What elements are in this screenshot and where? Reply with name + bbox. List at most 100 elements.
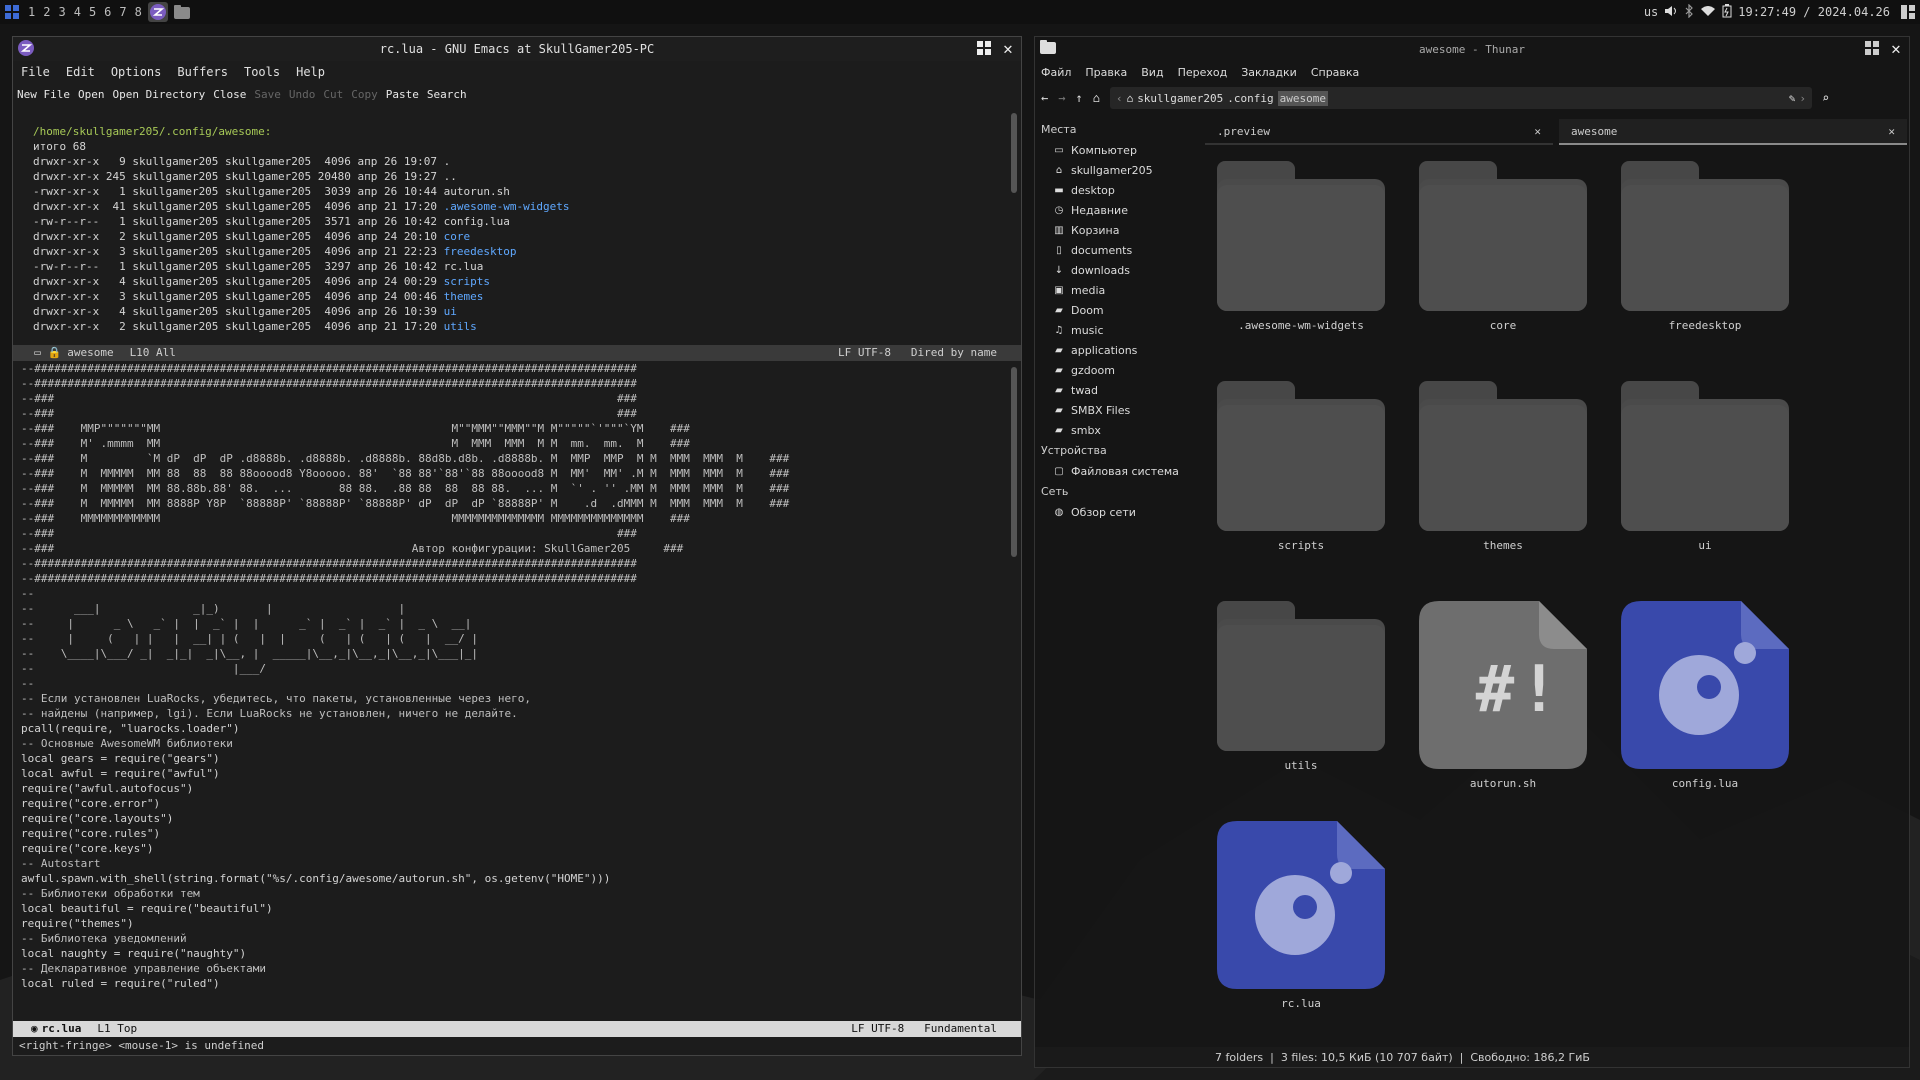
back-icon[interactable]: ← bbox=[1041, 91, 1048, 105]
launcher-icon[interactable] bbox=[2, 2, 22, 22]
close-icon[interactable]: ✕ bbox=[999, 39, 1017, 58]
sidebar-item-корзина[interactable]: ▥ Корзина bbox=[1035, 220, 1205, 240]
tab-close-icon[interactable]: ✕ bbox=[1534, 125, 1541, 138]
edit-path-icon[interactable]: ✎ bbox=[1789, 92, 1796, 105]
sidebar-item-music[interactable]: ♫ music bbox=[1035, 320, 1205, 340]
tag-4[interactable]: 4 bbox=[70, 5, 85, 19]
dired-row[interactable]: drwxr-xr-x 245 skullgamer205 skullgamer2… bbox=[33, 169, 1021, 184]
code-buffer[interactable]: --######################################… bbox=[13, 361, 1021, 1055]
dired-row-name[interactable]: ui bbox=[444, 305, 457, 318]
tab-awesome[interactable]: awesome ✕ bbox=[1559, 119, 1907, 145]
toolbar-open-directory[interactable]: Open Directory bbox=[112, 88, 205, 101]
sidebar-item-skullgamer205[interactable]: ⌂ skullgamer205 bbox=[1035, 160, 1205, 180]
tag-6[interactable]: 6 bbox=[100, 5, 115, 19]
sidebar-item-applications[interactable]: ▰ applications bbox=[1035, 340, 1205, 360]
crumb-right-icon[interactable]: › bbox=[1799, 92, 1806, 105]
bluetooth-icon[interactable] bbox=[1684, 3, 1694, 21]
tag-3[interactable]: 3 bbox=[54, 5, 69, 19]
sidebar-item-компьютер[interactable]: ▭ Компьютер bbox=[1035, 140, 1205, 160]
dired-row[interactable]: drwxr-xr-x 41 skullgamer205 skullgamer20… bbox=[33, 199, 1021, 214]
dired-row-name[interactable]: scripts bbox=[444, 275, 490, 288]
file-item-scripts[interactable]: scripts bbox=[1211, 381, 1391, 581]
dired-row[interactable]: drwxr-xr-x 9 skullgamer205 skullgamer205… bbox=[33, 154, 1021, 169]
tag-7[interactable]: 7 bbox=[115, 5, 130, 19]
menu-file[interactable]: File bbox=[21, 65, 50, 79]
sidebar-item-обзор-сети[interactable]: ◍ Обзор сети bbox=[1035, 502, 1205, 522]
dired-row-name[interactable]: . bbox=[444, 155, 451, 168]
thunar-menu-item[interactable]: Файл bbox=[1041, 66, 1071, 79]
menu-options[interactable]: Options bbox=[111, 65, 162, 79]
home-icon[interactable]: ⌂ bbox=[1093, 91, 1100, 105]
forward-icon[interactable]: → bbox=[1058, 91, 1065, 105]
battery-icon[interactable] bbox=[1722, 3, 1732, 21]
toolbar-search[interactable]: Search bbox=[427, 88, 467, 101]
sidebar-item-downloads[interactable]: ↓ downloads bbox=[1035, 260, 1205, 280]
emacs-task-icon[interactable] bbox=[147, 2, 168, 22]
file-item-ui[interactable]: ui bbox=[1615, 381, 1795, 581]
crumb-awesome[interactable]: awesome bbox=[1277, 90, 1328, 106]
close-icon[interactable]: ✕ bbox=[1887, 39, 1905, 58]
menu-help[interactable]: Help bbox=[296, 65, 325, 79]
thunar-task-icon[interactable] bbox=[172, 2, 192, 22]
toolbar-new-file[interactable]: New File bbox=[17, 88, 70, 101]
sidebar-item-twad[interactable]: ▰ twad bbox=[1035, 380, 1205, 400]
search-icon[interactable]: ⌕ bbox=[1822, 91, 1829, 105]
file-item-config-lua[interactable]: config.lua bbox=[1615, 601, 1795, 801]
wifi-icon[interactable] bbox=[1700, 5, 1716, 20]
emacs-titlebar[interactable]: rc.lua - GNU Emacs at SkullGamer205-PC ✕ bbox=[13, 37, 1021, 61]
thunar-menu-item[interactable]: Закладки bbox=[1241, 66, 1297, 79]
thunar-menu-item[interactable]: Вид bbox=[1141, 66, 1163, 79]
thunar-menu-item[interactable]: Переход bbox=[1178, 66, 1228, 79]
dired-row-name[interactable]: rc.lua bbox=[444, 260, 484, 273]
crumb-home[interactable]: skullgamer205 bbox=[1137, 92, 1223, 105]
thunar-titlebar[interactable]: awesome - Thunar ✕ bbox=[1035, 37, 1909, 61]
toolbar-close[interactable]: Close bbox=[213, 88, 246, 101]
menu-edit[interactable]: Edit bbox=[66, 65, 95, 79]
dired-row[interactable]: drwxr-xr-x 2 skullgamer205 skullgamer205… bbox=[33, 319, 1021, 334]
dired-buffer[interactable]: /home/skullgamer205/.config/awesome: итог… bbox=[13, 109, 1021, 385]
dired-row-name[interactable]: core bbox=[444, 230, 471, 243]
volume-icon[interactable] bbox=[1664, 5, 1678, 20]
tile-layout-icon[interactable] bbox=[1863, 39, 1881, 57]
sidebar-item-недавние[interactable]: ◷ Недавние bbox=[1035, 200, 1205, 220]
menu-buffers[interactable]: Buffers bbox=[177, 65, 228, 79]
file-item-autorun-sh[interactable]: #! autorun.sh bbox=[1413, 601, 1593, 801]
sidebar-item-файловая-система[interactable]: ▢ Файловая система bbox=[1035, 461, 1205, 481]
sidebar-item-smbx[interactable]: ▰ smbx bbox=[1035, 420, 1205, 440]
tab-preview[interactable]: .preview ✕ bbox=[1205, 119, 1553, 145]
dired-row[interactable]: drwxr-xr-x 2 skullgamer205 skullgamer205… bbox=[33, 229, 1021, 244]
sidebar-item-gzdoom[interactable]: ▰ gzdoom bbox=[1035, 360, 1205, 380]
dired-row[interactable]: -rw-r--r-- 1 skullgamer205 skullgamer205… bbox=[33, 259, 1021, 274]
dired-row-name[interactable]: .awesome-wm-widgets bbox=[444, 200, 570, 213]
thunar-menu-item[interactable]: Справка bbox=[1311, 66, 1359, 79]
dired-row[interactable]: drwxr-xr-x 3 skullgamer205 skullgamer205… bbox=[33, 244, 1021, 259]
dired-row-name[interactable]: config.lua bbox=[444, 215, 510, 228]
file-item-utils[interactable]: utils bbox=[1211, 601, 1391, 801]
layout-icon[interactable] bbox=[1898, 2, 1918, 22]
tag-2[interactable]: 2 bbox=[39, 5, 54, 19]
sidebar-item-desktop[interactable]: ▬ desktop bbox=[1035, 180, 1205, 200]
tag-8[interactable]: 8 bbox=[131, 5, 146, 19]
file-item-themes[interactable]: themes bbox=[1413, 381, 1593, 581]
toolbar-paste[interactable]: Paste bbox=[386, 88, 419, 101]
tag-1[interactable]: 1 bbox=[24, 5, 39, 19]
crumb-left-icon[interactable]: ‹ bbox=[1116, 92, 1123, 105]
code-scrollbar[interactable] bbox=[1011, 367, 1017, 557]
dired-row-name[interactable]: freedesktop bbox=[444, 245, 517, 258]
tile-layout-icon[interactable] bbox=[975, 39, 993, 57]
dired-row-name[interactable]: .. bbox=[444, 170, 457, 183]
sidebar-item-documents[interactable]: ▯ documents bbox=[1035, 240, 1205, 260]
sidebar-item-smbx-files[interactable]: ▰ SMBX Files bbox=[1035, 400, 1205, 420]
clock[interactable]: 19:27:49 / 2024.04.26 bbox=[1738, 5, 1890, 19]
dired-row[interactable]: -rw-r--r-- 1 skullgamer205 skullgamer205… bbox=[33, 214, 1021, 229]
menu-tools[interactable]: Tools bbox=[244, 65, 280, 79]
keyboard-layout[interactable]: us bbox=[1644, 5, 1658, 19]
crumb-config[interactable]: .config bbox=[1227, 92, 1273, 105]
toolbar-open[interactable]: Open bbox=[78, 88, 105, 101]
dired-row[interactable]: -rwxr-xr-x 1 skullgamer205 skullgamer205… bbox=[33, 184, 1021, 199]
file-item-rc-lua[interactable]: rc.lua bbox=[1211, 821, 1391, 1021]
thunar-menu-item[interactable]: Правка bbox=[1085, 66, 1127, 79]
file-item-awesome-wm-widgets[interactable]: .awesome-wm-widgets bbox=[1211, 161, 1391, 361]
dired-row-name[interactable]: utils bbox=[444, 320, 477, 333]
dired-row[interactable]: drwxr-xr-x 4 skullgamer205 skullgamer205… bbox=[33, 304, 1021, 319]
